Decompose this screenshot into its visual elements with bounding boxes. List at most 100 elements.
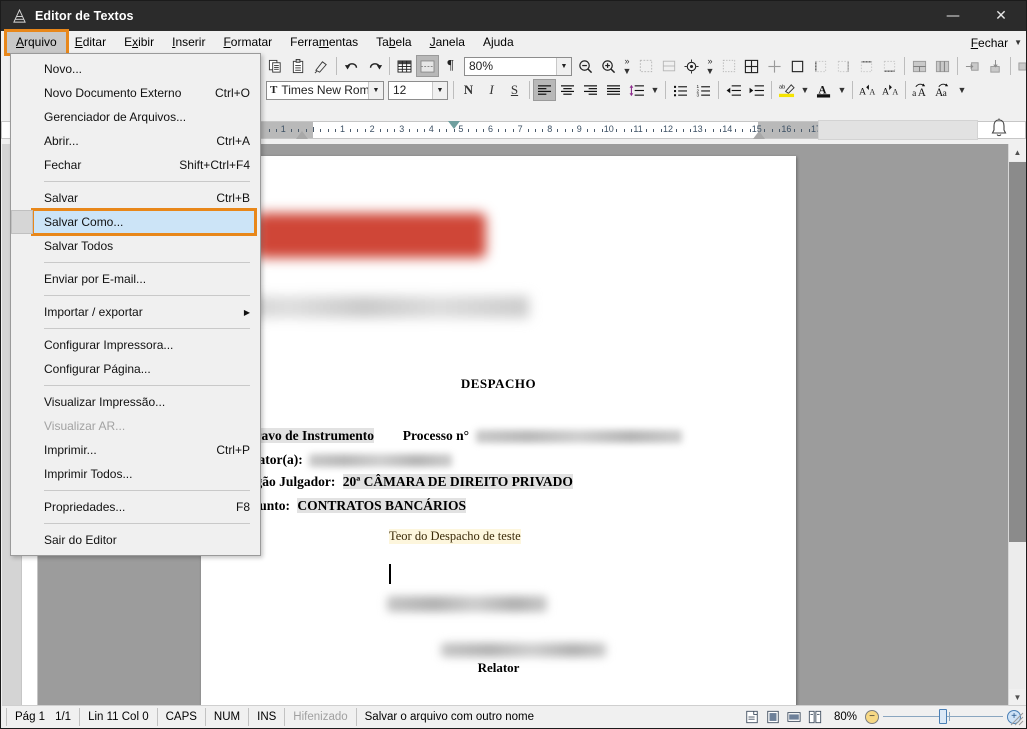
file-menu-item-novo[interactable]: Novo...	[11, 57, 260, 81]
chevron-down-icon[interactable]: ▼	[368, 81, 383, 99]
align-left-icon[interactable]	[533, 79, 556, 101]
file-menu-dropdown[interactable]: Novo... Novo Documento Externo Ctrl+O Geren…	[10, 53, 261, 556]
uppercase-icon[interactable]: aA	[909, 79, 932, 101]
file-menu-item-enviar-por-e-mail[interactable]: Enviar por E-mail...	[11, 267, 260, 291]
file-menu-item-abrir[interactable]: Abrir... Ctrl+A	[11, 129, 260, 153]
status-hyphenation[interactable]: Hifenizado	[285, 707, 357, 726]
chevron-up-icon[interactable]: ▲	[1009, 144, 1026, 161]
top-border-icon[interactable]	[855, 55, 878, 77]
format-painter-icon[interactable]	[310, 55, 333, 77]
merge-cells-icon[interactable]	[908, 55, 931, 77]
more-buttons-icon[interactable]: » ▼	[620, 55, 634, 77]
file-menu-item-imprimir-todos[interactable]: Imprimir Todos...	[11, 462, 260, 486]
align-center-icon[interactable]	[556, 79, 579, 101]
file-menu-item-salvar-todos[interactable]: Salvar Todos	[11, 234, 260, 258]
right-border-icon[interactable]	[832, 55, 855, 77]
undo-icon[interactable]	[340, 55, 363, 77]
web-view-icon[interactable]	[784, 708, 805, 726]
zoom-slider-handle[interactable]	[939, 709, 947, 724]
menu-arquivo[interactable]: Arquivo	[4, 29, 69, 56]
align-justify-icon[interactable]	[602, 79, 625, 101]
lowercase-icon[interactable]: Aa	[932, 79, 955, 101]
more-buttons-2-icon[interactable]: » ▼	[703, 55, 717, 77]
numbered-list-icon[interactable]: 123	[692, 79, 715, 101]
redo-icon[interactable]	[363, 55, 386, 77]
file-menu-item-salvar-como[interactable]: Salvar Como...	[11, 208, 257, 236]
line-spacing-dropdown-icon[interactable]: ▼	[648, 79, 662, 101]
formatting-marks-icon[interactable]: ¶	[439, 55, 462, 77]
file-menu-item-configurar-impressora[interactable]: Configurar Impressora...	[11, 333, 260, 357]
insert-row-icon[interactable]	[961, 55, 984, 77]
status-num[interactable]: NUM	[206, 707, 250, 726]
insert-column-icon[interactable]	[984, 55, 1007, 77]
font-color-dropdown-icon[interactable]: ▼	[835, 79, 849, 101]
line-spacing-icon[interactable]	[625, 79, 648, 101]
zoom-in-icon[interactable]	[597, 55, 620, 77]
bold-button[interactable]: N	[457, 79, 480, 101]
file-menu-item-sair-do-editor[interactable]: Sair do Editor	[11, 528, 260, 552]
first-line-indent-marker[interactable]	[448, 121, 460, 129]
dotted-box-icon[interactable]	[717, 55, 740, 77]
split-cells-icon[interactable]	[931, 55, 954, 77]
reading-view-icon[interactable]	[763, 708, 784, 726]
table-insert-icon[interactable]	[657, 55, 680, 77]
font-size-combobox[interactable]: 12 ▼	[388, 80, 448, 100]
menu-inserir[interactable]: Inserir	[163, 32, 214, 53]
increase-indent-icon[interactable]	[745, 79, 768, 101]
two-page-view-icon[interactable]	[805, 708, 826, 726]
left-indent-marker[interactable]	[296, 131, 308, 139]
increase-font-icon[interactable]: AA	[856, 79, 879, 101]
zoom-slider[interactable]: − +	[865, 709, 1021, 724]
right-indent-marker[interactable]	[753, 131, 765, 139]
menu-ferramentas[interactable]: Ferramentas	[281, 32, 367, 53]
delete-row-icon[interactable]	[1014, 55, 1026, 77]
font-family-combobox[interactable]: T Times New Romar ▼	[266, 80, 384, 100]
italic-button[interactable]: I	[480, 79, 503, 101]
underline-button[interactable]: S	[503, 79, 526, 101]
bottom-border-icon[interactable]	[878, 55, 901, 77]
file-menu-item-imprimir[interactable]: Imprimir... Ctrl+P	[11, 438, 260, 462]
decrease-indent-icon[interactable]	[722, 79, 745, 101]
left-border-icon[interactable]	[809, 55, 832, 77]
chevron-down-icon[interactable]: ▼	[556, 57, 571, 75]
bullet-list-icon[interactable]	[669, 79, 692, 101]
file-menu-item-configurar-p-gina[interactable]: Configurar Página...	[11, 357, 260, 381]
scrollbar-thumb[interactable]	[1009, 162, 1026, 542]
chevron-down-icon[interactable]: ▼	[1009, 689, 1026, 706]
file-menu-item-propriedades[interactable]: Propriedades... F8	[11, 495, 260, 519]
status-ins[interactable]: INS	[249, 707, 286, 726]
page-break-icon[interactable]	[416, 55, 439, 77]
menu-editar[interactable]: Editar	[66, 32, 115, 53]
bell-icon[interactable]	[986, 113, 1012, 143]
chevron-down-icon[interactable]: ▼	[432, 81, 447, 99]
file-menu-item-visualizar-impress-o[interactable]: Visualizar Impressão...	[11, 390, 260, 414]
menu-ajuda[interactable]: Ajuda	[474, 32, 523, 53]
minimize-icon[interactable]: —	[930, 1, 976, 31]
close-icon[interactable]: ✕	[976, 1, 1026, 31]
highlight-dropdown-icon[interactable]: ▼	[798, 79, 812, 101]
file-menu-item-salvar[interactable]: Salvar Ctrl+B	[11, 186, 260, 210]
file-menu-item-fechar[interactable]: Fechar Shift+Ctrl+F4	[11, 153, 260, 177]
file-menu-item-importar-exportar[interactable]: Importar / exportar ▶	[11, 300, 260, 324]
copy-icon[interactable]	[264, 55, 287, 77]
align-right-icon[interactable]	[579, 79, 602, 101]
chevron-down-icon[interactable]: ▼	[1012, 38, 1022, 47]
zoom-out-icon[interactable]	[574, 55, 597, 77]
table-grid-icon[interactable]	[393, 55, 416, 77]
select-all-icon[interactable]	[634, 55, 657, 77]
grid-4-icon[interactable]	[740, 55, 763, 77]
menu-exibir[interactable]: Exibir	[115, 32, 163, 53]
document-page[interactable]: DESPACHO Agravo de Instrumento Processo …	[201, 156, 796, 706]
vertical-scrollbar[interactable]: ▲ ▼	[1008, 144, 1026, 706]
page-view-icon[interactable]	[742, 708, 763, 726]
file-menu-item-novo-documento-externo[interactable]: Novo Documento Externo Ctrl+O	[11, 81, 260, 105]
font-color-icon[interactable]: A	[812, 79, 835, 101]
decrease-font-icon[interactable]: AA	[879, 79, 902, 101]
highlight-color-icon[interactable]: ab	[775, 79, 798, 101]
status-caps[interactable]: CAPS	[158, 707, 206, 726]
cross-borders-icon[interactable]	[763, 55, 786, 77]
menu-janela[interactable]: Janela	[421, 32, 474, 53]
zoom-combobox[interactable]: 80% ▼	[464, 56, 572, 76]
zoom-out-button[interactable]: −	[865, 709, 879, 724]
close-document-button[interactable]: Fechar	[967, 33, 1012, 53]
